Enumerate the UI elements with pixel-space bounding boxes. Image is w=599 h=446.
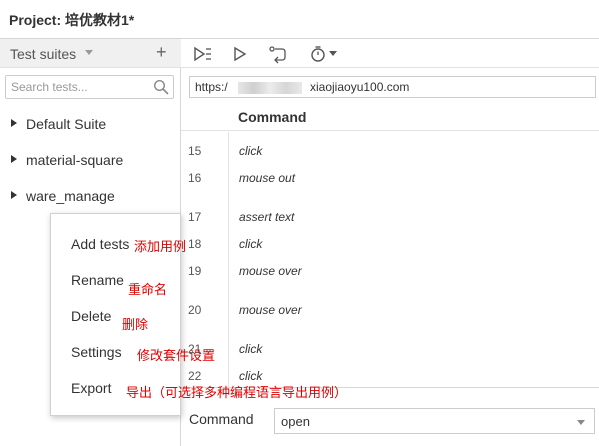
menu-item-settings[interactable]: Settings (71, 344, 122, 360)
row-command[interactable]: mouse over (239, 303, 302, 317)
suite-label: Default Suite (26, 116, 107, 132)
caret-right-icon[interactable] (11, 119, 17, 127)
row-number: 19 (188, 264, 202, 278)
row-command[interactable]: assert text (239, 210, 294, 224)
command-label: Command (189, 411, 254, 427)
caret-right-icon[interactable] (11, 155, 17, 163)
search-box (5, 75, 174, 99)
row-command[interactable]: click (239, 144, 262, 158)
url-prefix: https:/ (195, 80, 228, 94)
project-title: Project: 培优教材1* (9, 12, 135, 28)
timer-icon[interactable] (309, 44, 339, 64)
suite-item-ware-manage[interactable]: ware_manage (0, 183, 181, 209)
search-input[interactable] (6, 76, 151, 98)
base-url-input[interactable]: https:/ xiaojiaoyu100.com (189, 76, 596, 98)
row-command[interactable]: mouse over (239, 264, 302, 278)
menu-item-delete[interactable]: Delete (71, 308, 111, 324)
url-redacted (238, 82, 302, 94)
annotation-rename: 重命名 (128, 282, 168, 297)
sidebar-header: Test suites + (0, 39, 181, 68)
row-number: 20 (188, 303, 202, 317)
grid-header: Command (181, 105, 599, 131)
title-bar: Project: 培优教材1* (0, 0, 599, 39)
command-select[interactable]: open (274, 408, 595, 434)
menu-item-rename[interactable]: Rename (71, 272, 124, 288)
add-suite-icon[interactable]: + (156, 42, 167, 62)
annotation-settings: 修改套件设置 (137, 348, 216, 363)
suite-item-material-square[interactable]: material-square (0, 147, 181, 173)
row-command[interactable]: click (239, 369, 262, 383)
chevron-down-icon[interactable] (85, 50, 93, 55)
row-number: 16 (188, 171, 202, 185)
annotation-add: 添加用例 (134, 239, 187, 254)
record-icon[interactable] (267, 44, 289, 64)
search-icon[interactable] (153, 79, 169, 95)
row-command[interactable]: click (239, 237, 262, 251)
menu-item-export[interactable]: Export (71, 380, 111, 396)
suite-label: material-square (26, 152, 124, 168)
row-command[interactable]: click (239, 342, 262, 356)
row-number: 17 (188, 210, 202, 224)
suite-item-default[interactable]: Default Suite (0, 111, 181, 137)
annotation-delete: 删除 (122, 317, 149, 332)
run-all-icon[interactable] (192, 44, 214, 64)
url-suffix: xiaojiaoyu100.com (310, 80, 410, 94)
row-number: 18 (188, 237, 202, 251)
suite-label: ware_manage (26, 188, 115, 204)
test-suites-dropdown[interactable]: Test suites (10, 46, 76, 62)
toolbar (181, 39, 599, 68)
annotation-export: 导出（可选择多种编程语言导出用例） (126, 385, 348, 400)
column-divider (228, 132, 229, 387)
chevron-down-icon[interactable] (577, 420, 585, 425)
run-icon[interactable] (229, 44, 251, 64)
row-number: 22 (188, 369, 202, 383)
row-number: 15 (188, 144, 202, 158)
column-header-command: Command (238, 109, 307, 125)
menu-item-add-tests[interactable]: Add tests (71, 236, 129, 252)
caret-right-icon[interactable] (11, 191, 17, 199)
command-value: open (281, 414, 310, 429)
row-command[interactable]: mouse out (239, 171, 295, 185)
